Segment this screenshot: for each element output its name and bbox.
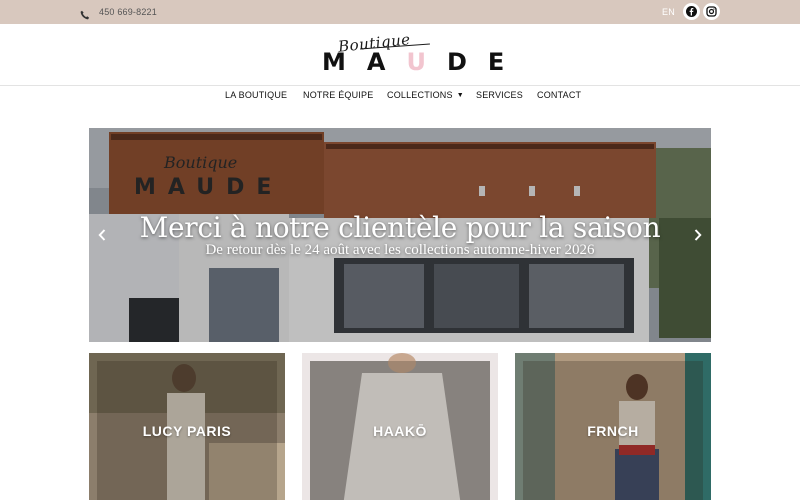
chevron-right-icon[interactable] — [689, 225, 707, 245]
brand-card-lucy-paris[interactable]: LUCY PARIS — [89, 353, 285, 500]
nav-item-collections[interactable]: COLLECTIONS ▼ — [387, 90, 464, 100]
brand-card-haako[interactable]: HAAKŌ — [302, 353, 498, 500]
phone-number: 450 669-8221 — [99, 7, 157, 17]
logo-letter: D — [446, 48, 467, 76]
hero-slider: Boutique MAUDE Merci à notre clientèle p… — [89, 128, 711, 342]
logo-letter: A — [366, 48, 386, 76]
main-nav: LA BOUTIQUE NOTRE ÉQUIPE COLLECTIONS ▼ SE… — [0, 90, 800, 108]
logo-letter: U — [406, 48, 426, 76]
nav-item-services[interactable]: SERVICES — [476, 90, 523, 100]
nav-item-notre-equipe[interactable]: NOTRE ÉQUIPE — [303, 90, 373, 100]
site-logo[interactable]: Boutique M A U D E — [300, 28, 504, 82]
caret-down-icon: ▼ — [456, 91, 464, 99]
brand-card-label: FRNCH — [587, 423, 639, 439]
chevron-left-icon[interactable] — [93, 225, 111, 245]
language-switch[interactable]: EN — [662, 7, 675, 17]
brand-card-frnch[interactable]: FRNCH — [515, 353, 711, 500]
phone-icon — [80, 7, 90, 20]
hero-title: Merci à notre clientèle pour la saison — [139, 211, 661, 244]
logo-wordmark: M A U D E — [322, 50, 504, 74]
top-bar: 450 669-8221 EN — [0, 0, 800, 24]
brand-card-label: LUCY PARIS — [142, 423, 232, 439]
logo-letter: M — [322, 48, 346, 76]
instagram-icon[interactable] — [703, 3, 720, 20]
nav-item-contact[interactable]: CONTACT — [537, 90, 581, 100]
header-divider — [0, 85, 800, 86]
logo-letter: E — [487, 48, 505, 76]
hero-subtitle: De retour dès le 24 août avec les collec… — [205, 242, 595, 258]
nav-item-la-boutique[interactable]: LA BOUTIQUE — [225, 90, 287, 100]
phone-contact[interactable]: 450 669-8221 — [80, 5, 157, 20]
brand-card-label: HAAKŌ — [373, 423, 427, 439]
facebook-icon[interactable] — [683, 3, 700, 20]
